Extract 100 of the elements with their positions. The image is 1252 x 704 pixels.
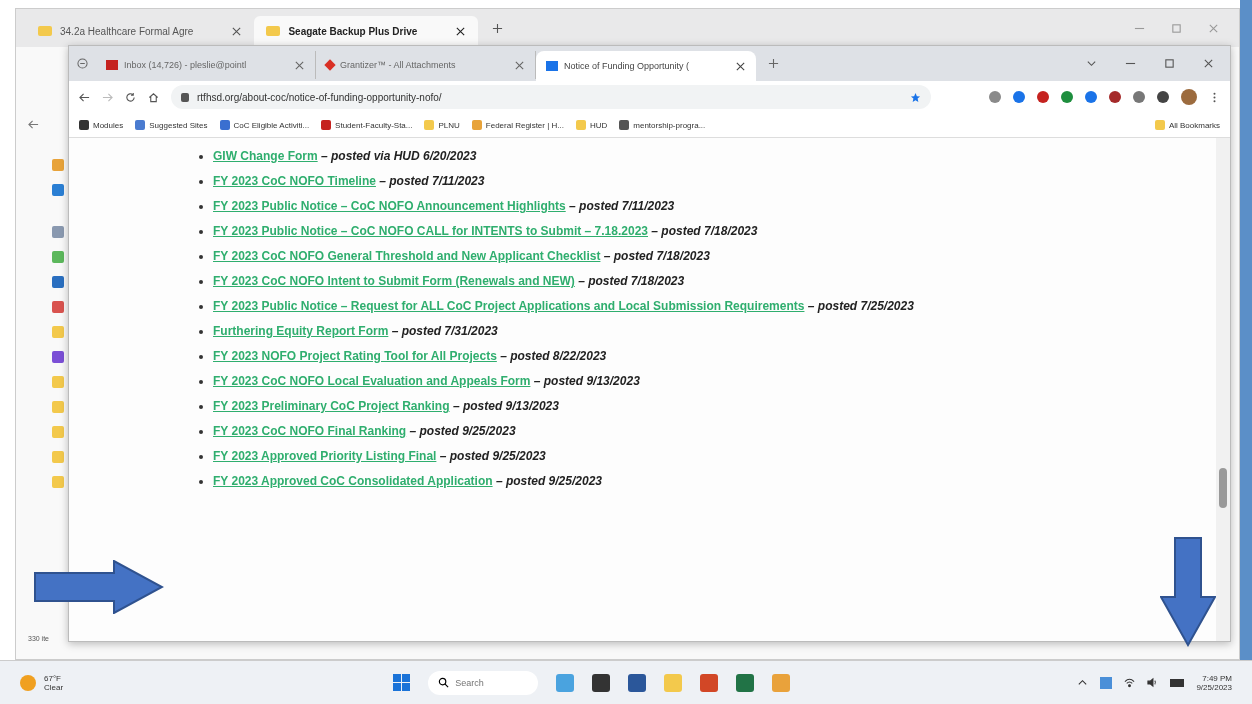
search-input[interactable]: Search <box>455 677 536 688</box>
explorer-tab[interactable]: 34.2a Healthcare Formal Agre <box>26 16 255 46</box>
bookmark[interactable]: Student-Faculty-Sta... <box>321 120 413 130</box>
back-arrow-icon[interactable] <box>28 119 39 130</box>
chevron-icon[interactable] <box>1086 58 1097 69</box>
sidebar-folder-icon[interactable] <box>52 276 64 288</box>
document-link[interactable]: FY 2023 Public Notice – Request for ALL CoC Project Applications and Local Submission Requirements <box>213 299 805 313</box>
taskbar-app-icon[interactable] <box>736 673 755 692</box>
posted-note: – posted 8/22/2023 <box>500 349 607 363</box>
document-link[interactable]: FY 2023 NOFO Project Rating Tool for All Projects <box>213 349 497 363</box>
posted-note: – posted via HUD 6/20/2023 <box>321 149 477 163</box>
clock[interactable]: 7:49 PM 9/25/2023 <box>1196 673 1232 692</box>
bookmark[interactable]: Federal Register | H... <box>471 120 564 130</box>
date-text: 9/25/2023 <box>1196 682 1232 692</box>
new-tab-icon[interactable] <box>768 58 779 69</box>
extension-icon[interactable] <box>1109 91 1121 103</box>
document-link[interactable]: GIW Change Form <box>213 149 318 163</box>
posted-note: – posted 9/25/2023 <box>409 424 516 438</box>
posted-note: – posted 9/25/2023 <box>439 449 546 463</box>
sidebar-folder-icon[interactable] <box>52 184 64 196</box>
tab-title: 34.2a Healthcare Formal Agre <box>60 25 194 37</box>
document-link[interactable]: FY 2023 Public Notice – CoC NOFO Announcement Highlights <box>213 199 566 213</box>
bookmark[interactable]: Suggested Sites <box>135 120 208 130</box>
posted-note: – posted 7/18/2023 <box>578 274 685 288</box>
bookmark[interactable]: mentorship-progra... <box>619 120 706 130</box>
maximize-icon[interactable] <box>1164 58 1175 69</box>
close-icon[interactable] <box>455 25 467 37</box>
star-icon[interactable] <box>910 91 921 103</box>
explorer-tab[interactable]: Seagate Backup Plus Drive <box>254 16 479 46</box>
chevron-up-icon[interactable] <box>1077 677 1089 688</box>
sidebar-folder-icon[interactable] <box>52 301 64 313</box>
extension-icon[interactable] <box>1013 91 1025 103</box>
bookmark-icon <box>619 120 630 130</box>
reload-icon[interactable] <box>125 91 136 103</box>
document-link[interactable]: FY 2023 Approved Priority Listing Final <box>213 449 437 463</box>
document-link[interactable]: FY 2023 CoC NOFO Intent to Submit Form (Renewals and NEW) <box>213 274 575 288</box>
bookmark-label: CoC Eligible Activiti... <box>233 120 310 130</box>
extension-icon[interactable] <box>1085 91 1097 103</box>
bookmark-label: Suggested Sites <box>149 120 208 130</box>
extension-icon[interactable] <box>1133 91 1145 103</box>
posted-note: – posted 9/13/2023 <box>452 399 559 413</box>
bookmark[interactable]: All Bookmarks <box>1154 120 1220 130</box>
document-link[interactable]: FY 2023 Public Notice – CoC NOFO CALL for INTENTS to Submit – 7.18.2023 <box>213 224 648 238</box>
bookmark-icon <box>321 120 332 130</box>
speaker-icon[interactable] <box>1147 677 1159 688</box>
document-link[interactable]: FY 2023 CoC NOFO Local Evaluation and Appeals Form <box>213 374 531 388</box>
bookmark[interactable]: CoC Eligible Activiti... <box>219 120 310 130</box>
bookmark-label: Modules <box>93 120 124 130</box>
back-icon[interactable] <box>79 91 90 103</box>
weather-text: Clear <box>44 682 64 692</box>
wifi-icon[interactable] <box>1124 677 1136 688</box>
tab-title: Grantizer™ - All Attachments <box>340 60 457 70</box>
posted-note: – posted 7/25/2023 <box>807 299 914 313</box>
bookmark-icon <box>135 120 146 130</box>
avatar-icon[interactable] <box>1181 89 1197 105</box>
folder-icon <box>38 26 52 36</box>
document-link[interactable]: FY 2023 CoC NOFO Timeline <box>213 174 376 188</box>
tab-icon[interactable] <box>77 58 88 69</box>
posted-note: – posted 9/25/2023 <box>495 474 602 488</box>
bookmark-label: PLNU <box>438 120 460 130</box>
extension-icon[interactable] <box>1061 91 1073 103</box>
bookmark-label: Federal Register | H... <box>485 120 564 130</box>
home-icon[interactable] <box>148 91 159 103</box>
sidebar-folder-icon[interactable] <box>52 351 64 363</box>
document-link[interactable]: FY 2023 CoC NOFO Final Ranking <box>213 424 407 438</box>
search-icon <box>438 677 450 688</box>
bookmark[interactable]: PLNU <box>424 120 460 130</box>
document-link[interactable]: Furthering Equity Report Form <box>213 324 389 338</box>
tab-title: Notice of Funding Opportunity ( <box>564 61 691 71</box>
taskbar-app-icon[interactable] <box>592 673 611 692</box>
posted-note: – posted 9/13/2023 <box>533 374 640 388</box>
document-link[interactable]: FY 2023 CoC NOFO General Threshold and New Applicant Checklist <box>213 249 601 263</box>
bookmark-label: Student-Faculty-Sta... <box>335 120 413 130</box>
extension-icon[interactable] <box>1157 91 1169 103</box>
scrollbar[interactable] <box>1216 138 1230 641</box>
bookmark[interactable]: Modules <box>79 120 124 130</box>
browser-tab[interactable]: Inbox (14,726) - pleslie@pointl <box>96 51 316 79</box>
extension-icon[interactable] <box>1037 91 1049 103</box>
bookmark-icon <box>471 120 482 130</box>
address-bar[interactable]: rtfhsd.org/about-coc/notice-of-funding-opportunity-nofo/ <box>171 85 931 109</box>
document-link[interactable]: FY 2023 Preliminary CoC Project Ranking <box>213 399 450 413</box>
windows-start-icon[interactable] <box>393 674 411 691</box>
folder-icon <box>1154 120 1165 130</box>
posted-note: – posted 7/18/2023 <box>651 224 758 238</box>
folder-icon <box>266 26 281 36</box>
bookmark-label: All Bookmarks <box>1168 120 1220 130</box>
posted-note: – posted 7/11/2023 <box>379 174 485 188</box>
tray-app-icon[interactable] <box>1100 676 1113 689</box>
time-text: 7:49 PM <box>1202 673 1232 683</box>
close-icon[interactable] <box>735 60 746 72</box>
new-tab-icon[interactable] <box>492 22 504 34</box>
search-field[interactable]: Search <box>428 670 539 695</box>
bookmark-label: HUD <box>589 120 608 130</box>
browser-tab[interactable]: Notice of Funding Opportunity ( <box>536 51 756 81</box>
taskbar-app-icon[interactable] <box>628 673 647 692</box>
battery-icon[interactable] <box>1170 678 1185 687</box>
bookmark[interactable]: HUD <box>575 120 608 130</box>
temperature-text: 67°F <box>44 673 62 683</box>
document-link[interactable]: FY 2023 Approved CoC Consolidated Application <box>213 474 493 488</box>
bookmark-label: mentorship-progra... <box>633 120 706 130</box>
